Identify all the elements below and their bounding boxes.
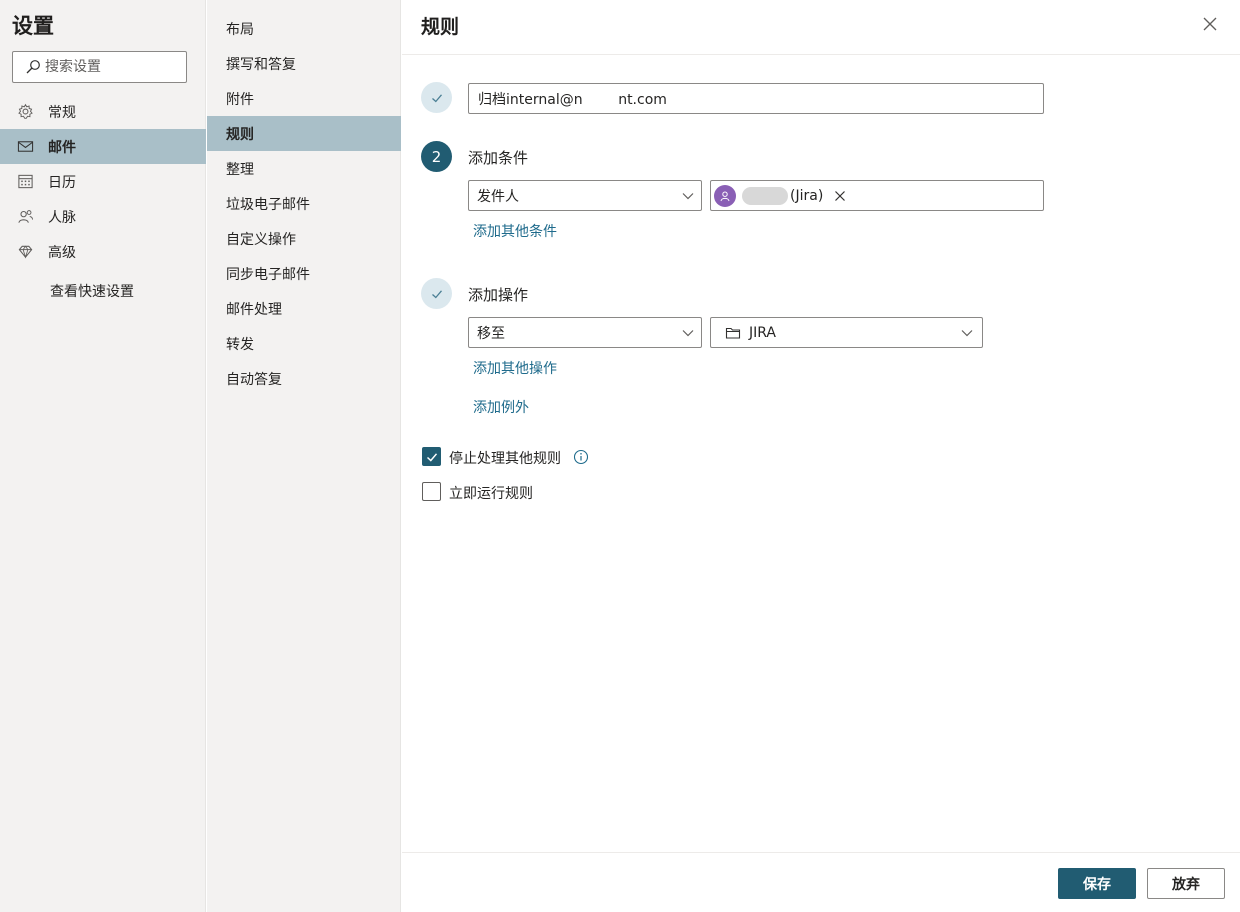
step-1-complete-indicator	[421, 82, 452, 113]
action-type-value: 移至	[477, 325, 505, 342]
nav-item-people[interactable]: 人脉	[0, 199, 206, 234]
add-another-condition-link[interactable]: 添加其他条件	[473, 221, 557, 241]
rule-name-field[interactable]	[468, 83, 1044, 114]
nav2-item-rules[interactable]: 规则	[207, 116, 401, 151]
condition-value-field[interactable]: (Jira)	[710, 180, 1044, 211]
chevron-down-icon	[682, 330, 694, 337]
search-box[interactable]	[12, 51, 187, 83]
info-icon[interactable]	[573, 449, 589, 465]
condition-type-value: 发件人	[477, 188, 519, 205]
remove-chip-icon[interactable]	[833, 189, 847, 203]
action-type-dropdown[interactable]: 移至	[468, 317, 702, 348]
mail-icon	[16, 138, 34, 156]
avatar	[714, 184, 736, 207]
header-divider	[402, 54, 1240, 55]
stop-processing-checkbox[interactable]	[422, 447, 441, 466]
settings-category-list: 常规 邮件 日历 人脉 高级	[0, 94, 206, 269]
nav-item-label: 高级	[48, 244, 76, 261]
chevron-down-icon	[961, 330, 973, 337]
save-button[interactable]: 保存	[1058, 868, 1136, 899]
view-quick-settings-link[interactable]: 查看快速设置	[50, 281, 134, 301]
nav-item-label: 日历	[48, 174, 76, 191]
nav-item-mail[interactable]: 邮件	[0, 129, 206, 164]
nav2-item-attachments[interactable]: 附件	[207, 81, 401, 116]
checkmark-icon	[431, 93, 442, 102]
close-icon	[1203, 17, 1217, 31]
rules-panel: 规则 2 添加条件 发件人 (Jira) 添加其他条件 添加操作 移至	[402, 0, 1240, 912]
nav2-item-automatic-replies[interactable]: 自动答复	[207, 361, 401, 396]
nav2-item-forwarding[interactable]: 转发	[207, 326, 401, 361]
folder-icon	[725, 327, 741, 339]
run-now-checkbox[interactable]	[422, 482, 441, 501]
checkmark-icon	[431, 289, 442, 298]
nav-item-calendar[interactable]: 日历	[0, 164, 206, 199]
footer-divider	[402, 852, 1240, 853]
nav-item-label: 人脉	[48, 209, 76, 226]
sender-chip[interactable]: (Jira)	[714, 184, 847, 207]
gear-icon	[16, 103, 34, 121]
sender-chip-label: (Jira)	[790, 187, 824, 204]
add-exception-link[interactable]: 添加例外	[473, 397, 529, 417]
folder-value: JIRA	[749, 324, 776, 341]
step-3-complete-indicator	[421, 278, 452, 309]
nav-item-label: 邮件	[48, 139, 76, 156]
page-title: 规则	[421, 16, 460, 38]
nav2-item-layout[interactable]: 布局	[207, 11, 401, 46]
add-action-label: 添加操作	[468, 286, 529, 304]
nav2-item-sync-email[interactable]: 同步电子邮件	[207, 256, 401, 291]
run-now-label[interactable]: 立即运行规则	[449, 483, 533, 503]
nav2-item-junk-email[interactable]: 垃圾电子邮件	[207, 186, 401, 221]
settings-title: 设置	[12, 14, 54, 38]
step-2-number: 2	[421, 141, 452, 172]
nav2-item-message-handling[interactable]: 邮件处理	[207, 291, 401, 326]
add-another-action-link[interactable]: 添加其他操作	[473, 358, 557, 378]
discard-button[interactable]: 放弃	[1147, 868, 1225, 899]
redacted-name	[742, 186, 788, 205]
folder-dropdown[interactable]: JIRA	[710, 317, 983, 348]
nav2-item-sweep[interactable]: 整理	[207, 151, 401, 186]
search-icon	[26, 60, 40, 74]
chevron-down-icon	[682, 193, 694, 200]
calendar-icon	[16, 173, 34, 191]
diamond-icon	[16, 243, 34, 261]
nav2-item-compose-reply[interactable]: 撰写和答复	[207, 46, 401, 81]
stop-processing-label[interactable]: 停止处理其他规则	[449, 448, 561, 468]
nav2-item-customize-actions[interactable]: 自定义操作	[207, 221, 401, 256]
nav-item-general[interactable]: 常规	[0, 94, 206, 129]
checkmark-icon	[426, 452, 437, 462]
search-input[interactable]	[45, 59, 175, 75]
settings-nav: 设置 常规 邮件 日历 人脉	[0, 0, 206, 912]
rule-name-input[interactable]	[478, 90, 1043, 107]
person-icon	[720, 190, 730, 201]
nav-item-advanced[interactable]: 高级	[0, 234, 206, 269]
condition-type-dropdown[interactable]: 发件人	[468, 180, 702, 211]
nav-item-label: 常规	[48, 104, 76, 121]
mail-settings-nav: 布局 撰写和答复 附件 规则 整理 垃圾电子邮件 自定义操作 同步电子邮件 邮件…	[207, 0, 401, 912]
people-icon	[16, 208, 34, 226]
add-condition-label: 添加条件	[468, 149, 529, 167]
mail-settings-list: 布局 撰写和答复 附件 规则 整理 垃圾电子邮件 自定义操作 同步电子邮件 邮件…	[207, 11, 401, 396]
close-button[interactable]	[1200, 14, 1220, 34]
